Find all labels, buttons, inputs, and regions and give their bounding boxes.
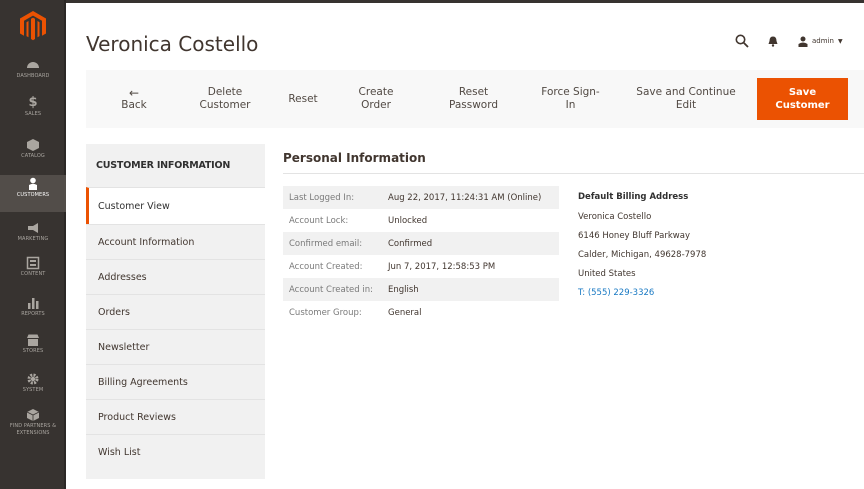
cube-icon	[27, 139, 39, 151]
nav-item-customers[interactable]: Customers	[0, 175, 66, 212]
section-title: Personal Information	[283, 151, 426, 165]
nav-item-catalog[interactable]: Catalog	[0, 136, 66, 172]
save-continue-label: Save and Continue Edit	[636, 86, 736, 111]
save-continue-button[interactable]: Save and Continue Edit	[626, 70, 746, 128]
content-icon	[26, 256, 40, 270]
search-icon[interactable]	[735, 34, 749, 48]
nav-label: Sales	[24, 111, 42, 117]
force-signin-label: Force Sign- In	[541, 86, 600, 111]
arrow-left-icon: ←	[128, 85, 140, 100]
gear-icon	[27, 373, 39, 385]
delete-customer-button[interactable]: Delete Customer	[190, 70, 260, 128]
nav-label: Marketing	[17, 236, 49, 242]
row-label: Customer Group:	[289, 307, 362, 318]
nav-item-content[interactable]: Content	[0, 254, 66, 290]
reset-password-label: Reset Password	[448, 86, 499, 111]
store-icon	[27, 334, 39, 346]
nav-label: Dashboard	[16, 73, 50, 79]
create-order-button[interactable]: Create Order	[346, 70, 406, 128]
nav-item-dashboard[interactable]: Dashboard	[0, 56, 66, 92]
billing-line: 6146 Honey Bluff Parkway	[578, 231, 690, 241]
row-value: General	[388, 307, 422, 318]
force-signin-button[interactable]: Force Sign- In	[533, 70, 608, 128]
dashboard-icon	[27, 62, 39, 68]
dollar-icon: $	[28, 95, 38, 110]
nav-item-reports[interactable]: Reports	[0, 294, 66, 330]
nav-item-sales[interactable]: $ Sales	[0, 94, 66, 130]
nav-label: Stores	[22, 348, 44, 354]
billing-line: Calder, Michigan, 49628-7978	[578, 250, 707, 260]
row-label: Last Logged In:	[289, 192, 355, 203]
tab-billing-agreements[interactable]: Billing Agreements	[86, 364, 265, 399]
billing-line: Veronica Costello	[578, 212, 652, 222]
row-value: Unlocked	[388, 215, 428, 226]
back-button[interactable]: ← Back	[108, 70, 160, 128]
person-icon	[29, 177, 37, 190]
reset-label: Reset	[288, 92, 318, 105]
nav-item-stores[interactable]: Stores	[0, 331, 66, 367]
chevron-down-icon: ▼	[837, 37, 843, 45]
box-icon	[26, 409, 40, 421]
nav-label: System	[22, 387, 44, 393]
admin-sidebar: Dashboard $ Sales Catalog Customers Mark…	[0, 0, 66, 489]
magento-logo-icon[interactable]	[18, 10, 48, 42]
delete-customer-label: Delete Customer	[199, 86, 251, 111]
table-row: Account Created in: English	[283, 278, 559, 301]
tab-addresses[interactable]: Addresses	[86, 259, 265, 294]
table-row: Customer Group: General	[283, 301, 559, 324]
tab-account-information[interactable]: Account Information	[86, 224, 265, 259]
divider	[283, 173, 864, 174]
save-customer-button[interactable]: Save Customer	[757, 78, 848, 120]
top-border	[66, 0, 864, 3]
nav-label: Catalog	[21, 153, 45, 159]
customer-tabs: CUSTOMER INFORMATION Customer View Accou…	[86, 144, 265, 479]
nav-label: Content	[20, 271, 46, 277]
row-value: Confirmed	[388, 238, 433, 249]
tab-wish-list[interactable]: Wish List	[86, 434, 265, 469]
row-label: Account Lock:	[289, 215, 349, 226]
nav-label: Customers	[16, 192, 50, 198]
row-value: English	[388, 284, 419, 295]
back-label: Back	[121, 98, 147, 111]
billing-heading: Default Billing Address	[578, 192, 689, 202]
page-actions: ← Back Delete Customer Reset Create Orde…	[86, 70, 864, 128]
tabs-title: CUSTOMER INFORMATION	[96, 160, 231, 171]
tab-customer-view[interactable]: Customer View	[86, 187, 265, 224]
reset-button[interactable]: Reset	[278, 70, 328, 128]
row-value: Aug 22, 2017, 11:24:31 AM (Online)	[388, 192, 542, 203]
billing-phone-link[interactable]: T: (555) 229-3326	[578, 284, 778, 303]
row-value: Jun 7, 2017, 12:58:53 PM	[388, 261, 496, 272]
billing-line: United States	[578, 269, 636, 279]
user-menu[interactable]: admin ▼	[798, 34, 843, 48]
page-title: Veronica Costello	[86, 32, 259, 56]
table-row: Account Lock: Unlocked	[283, 209, 559, 232]
save-customer-label: Save Customer	[775, 87, 830, 111]
user-icon	[798, 36, 808, 47]
tab-newsletter[interactable]: Newsletter	[86, 329, 265, 364]
tab-orders[interactable]: Orders	[86, 294, 265, 329]
create-order-label: Create Order	[358, 86, 394, 111]
row-label: Confirmed email:	[289, 238, 363, 249]
nav-item-partners[interactable]: Find Partners & Extensions	[0, 406, 66, 448]
nav-label: Find Partners & Extensions	[9, 423, 57, 436]
bar-chart-icon	[28, 298, 39, 309]
personal-info-table: Last Logged In: Aug 22, 2017, 11:24:31 A…	[283, 186, 559, 324]
row-label: Account Created in:	[289, 284, 373, 295]
table-row: Last Logged In: Aug 22, 2017, 11:24:31 A…	[283, 186, 559, 209]
nav-item-marketing[interactable]: Marketing	[0, 219, 66, 255]
megaphone-icon	[28, 223, 38, 233]
reset-password-button[interactable]: Reset Password	[431, 70, 516, 128]
tab-product-reviews[interactable]: Product Reviews	[86, 399, 265, 434]
bell-icon[interactable]	[768, 36, 778, 47]
nav-label: Reports	[21, 311, 45, 317]
table-row: Account Created: Jun 7, 2017, 12:58:53 P…	[283, 255, 559, 278]
default-billing-address: Default Billing Address Veronica Costell…	[578, 192, 778, 303]
nav-item-system[interactable]: System	[0, 370, 66, 406]
user-name: admin	[812, 37, 834, 45]
table-row: Confirmed email: Confirmed	[283, 232, 559, 255]
row-label: Account Created:	[289, 261, 363, 272]
